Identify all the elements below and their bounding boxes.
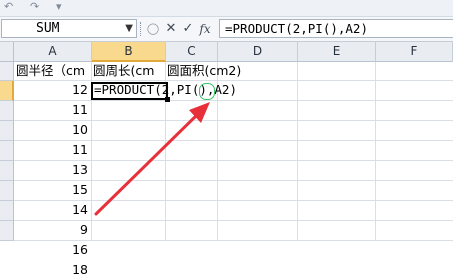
formula-text: =PRODUCT(2,PI(),A2) — [225, 21, 368, 36]
insert-function-icon[interactable]: fx — [197, 20, 213, 38]
formula-bar-grip[interactable] — [140, 22, 143, 36]
enter-icon[interactable]: ✓ — [180, 20, 196, 38]
chevron-down-icon[interactable]: ▼ — [125, 20, 133, 37]
red-arrow — [94, 102, 210, 216]
spreadsheet-grid: A B C D E F 圆半径（cm 圆周长(cm 圆面积(cm2) 12 11… — [0, 42, 453, 277]
name-box-value: SUM — [36, 21, 60, 36]
customize-dropdown-icon[interactable]: ▾ — [56, 0, 62, 14]
quick-access-toolbar: ↶ ↷ ▾ — [0, 0, 453, 17]
cell-a-value[interactable]: 16 — [18, 241, 88, 259]
cell-a-value[interactable]: 18 — [18, 261, 88, 279]
redo-icon[interactable]: ↷ — [30, 0, 39, 14]
cancel-icon[interactable]: ✕ — [163, 20, 179, 38]
undo-icon[interactable]: ↶ — [4, 0, 13, 14]
name-box[interactable]: SUM ▼ — [1, 19, 137, 38]
arrow-shaft — [94, 110, 202, 216]
formula-bar: SUM ▼ ◯ ✕ ✓ fx =PRODUCT(2,PI(),A2) — [0, 17, 453, 42]
formula-input[interactable]: =PRODUCT(2,PI(),A2) — [219, 19, 453, 38]
function-dropdown-icon[interactable]: ◯ — [145, 20, 161, 38]
